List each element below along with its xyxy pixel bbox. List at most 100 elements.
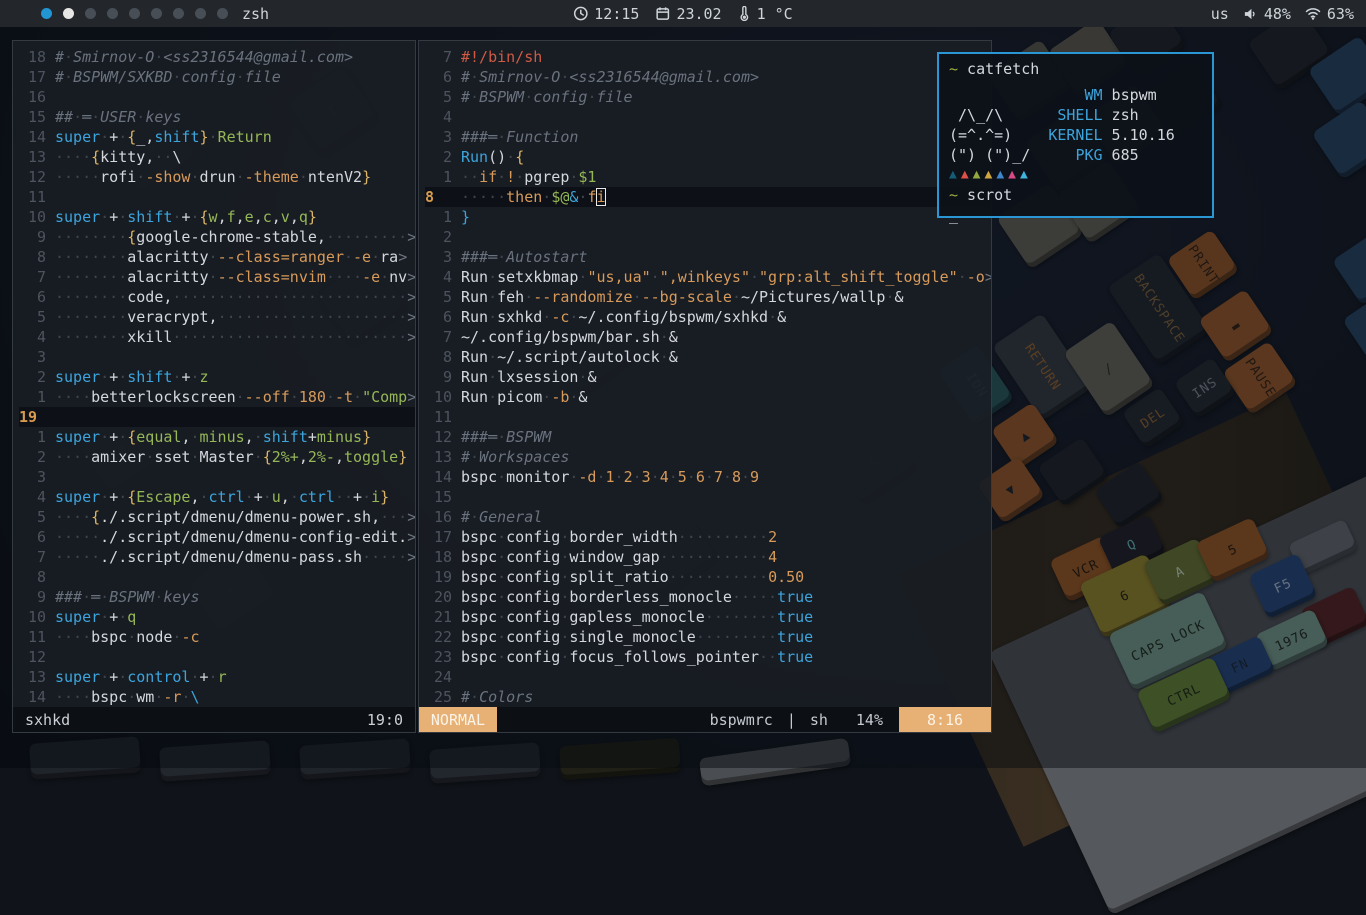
editor-line: 16#·General bbox=[425, 507, 991, 527]
workspace-dot-5[interactable] bbox=[129, 8, 140, 19]
editor-line: 13#·Workspaces bbox=[425, 447, 991, 467]
line-number: 22 bbox=[425, 627, 452, 647]
editor-line: 6········code,··························… bbox=[19, 287, 415, 307]
editor-line: 8········alacritty·--class=ranger·-e·ra> bbox=[19, 247, 415, 267]
line-number: 13 bbox=[19, 147, 46, 167]
line-number: 1 bbox=[425, 167, 452, 187]
line-number: 10 bbox=[19, 207, 46, 227]
editor-line: 2super·+·shift·+·z bbox=[19, 367, 415, 387]
temperature-module: 1 °C bbox=[738, 5, 793, 23]
statusline-filename: sxhkd bbox=[13, 711, 70, 729]
line-number: 11 bbox=[425, 407, 452, 427]
line-number: 17 bbox=[425, 527, 452, 547]
editor-line: 10super·+·shift·+·{w,f,e,c,v,q} bbox=[19, 207, 415, 227]
terminal-window-sxhkd[interactable]: 18#·Smirnov-O·<ss2316544@gmail.com>17#·B… bbox=[12, 40, 416, 733]
line-number: 5 bbox=[425, 87, 452, 107]
workspace-dot-3[interactable] bbox=[85, 8, 96, 19]
clock-time: 12:15 bbox=[594, 5, 639, 23]
editor-line: 10Run·picom·-b·& bbox=[425, 387, 991, 407]
line-number: 18 bbox=[19, 47, 46, 67]
workspace-dot-8[interactable] bbox=[195, 8, 206, 19]
editor-line: 3###═·Autostart bbox=[425, 247, 991, 267]
editor-line: 18bspc·config·window_gap············4 bbox=[425, 547, 991, 567]
wifi-icon bbox=[1305, 7, 1321, 20]
line-number: 16 bbox=[19, 87, 46, 107]
volume-module[interactable]: 48% bbox=[1243, 5, 1291, 23]
terminal-window-bspwmrc[interactable]: 7#!/bin/sh6#·Smirnov-O·<ss2316544@gmail.… bbox=[418, 40, 992, 733]
vim-buffer-sxhkd[interactable]: 18#·Smirnov-O·<ss2316544@gmail.com>17#·B… bbox=[13, 41, 415, 707]
line-number: 7 bbox=[19, 547, 46, 567]
editor-line: 23bspc·config·focus_follows_pointer··tru… bbox=[425, 647, 991, 667]
date-value: 23.02 bbox=[676, 5, 721, 23]
editor-line: 20bspc·config·borderless_monocle·····tru… bbox=[425, 587, 991, 607]
editor-line: 6#·Smirnov-O·<ss2316544@gmail.com> bbox=[425, 67, 991, 87]
line-number: 21 bbox=[425, 607, 452, 627]
line-number: 10 bbox=[19, 607, 46, 627]
temperature-value: 1 °C bbox=[757, 5, 793, 23]
floating-terminal-zsh[interactable]: ~ catfetch WM bspwm /\_/\ SHELL zsh(=^.^… bbox=[937, 52, 1214, 218]
workspace-dot-7[interactable] bbox=[173, 8, 184, 19]
vim-statusline-right: NORMAL bspwmrc | sh 14% 8:16 bbox=[419, 707, 991, 732]
clock-icon bbox=[573, 6, 588, 21]
editor-line: 11····bspc·node·-c bbox=[19, 627, 415, 647]
palette-swatch: ▲ bbox=[1020, 167, 1032, 182]
terminal-line: _ bbox=[949, 205, 1202, 225]
editor-line: 19bspc·config·split_ratio···········0.50 bbox=[425, 567, 991, 587]
statusline-scroll-percent: 14% bbox=[856, 711, 883, 729]
statusline-separator: | bbox=[787, 711, 796, 729]
palette-swatch: ▲ bbox=[973, 167, 985, 182]
editor-line: 4super·+·{Escape,·ctrl·+·u,·ctrl··+·i} bbox=[19, 487, 415, 507]
line-number: 2 bbox=[19, 447, 46, 467]
editor-line: 1super·+·{equal,·minus,·shift+minus} bbox=[19, 427, 415, 447]
line-number: 9 bbox=[19, 227, 46, 247]
speaker-icon bbox=[1243, 7, 1258, 21]
editor-line: 5········veracrypt,·····················… bbox=[19, 307, 415, 327]
thermometer-icon bbox=[738, 6, 751, 21]
workspace-dot-2[interactable] bbox=[63, 8, 74, 19]
line-number: 14 bbox=[425, 467, 452, 487]
editor-line: 7~/.config/bspwm/bar.sh·& bbox=[425, 327, 991, 347]
line-number: 8 bbox=[425, 187, 452, 207]
editor-line: 12·····rofi·-show·drun·-theme·ntenV2} bbox=[19, 167, 415, 187]
editor-line: 7#!/bin/sh bbox=[425, 47, 991, 67]
editor-line: 24 bbox=[425, 667, 991, 687]
editor-line: 4········xkill··························… bbox=[19, 327, 415, 347]
editor-line: 6·····./.script/dmenu/dmenu-config-edit.… bbox=[19, 527, 415, 547]
line-number: 12 bbox=[19, 167, 46, 187]
line-number: 6 bbox=[19, 287, 46, 307]
editor-line: 1····betterlockscreen·--off·180·-t·"Comp… bbox=[19, 387, 415, 407]
editor-line: 15 bbox=[425, 487, 991, 507]
network-module[interactable]: 63% bbox=[1305, 5, 1354, 23]
line-number: 7 bbox=[425, 47, 452, 67]
keyboard-layout[interactable]: us bbox=[1211, 5, 1229, 23]
line-number: 19 bbox=[425, 567, 452, 587]
editor-line: 16 bbox=[19, 87, 415, 107]
workspace-dot-1[interactable] bbox=[41, 8, 52, 19]
vim-mode-badge: NORMAL bbox=[419, 707, 497, 732]
line-number: 14 bbox=[19, 127, 46, 147]
line-number: 5 bbox=[19, 307, 46, 327]
editor-line: 9········{google-chrome-stable,·········… bbox=[19, 227, 415, 247]
editor-line: 12 bbox=[19, 647, 415, 667]
line-number: 7 bbox=[19, 267, 46, 287]
line-number: 4 bbox=[19, 487, 46, 507]
network-value: 63% bbox=[1327, 5, 1354, 23]
editor-line: 18#·Smirnov-O·<ss2316544@gmail.com> bbox=[19, 47, 415, 67]
terminal-line: /\_/\ SHELL zsh bbox=[949, 105, 1202, 125]
statusline-position-badge: 8:16 bbox=[899, 707, 991, 732]
editor-line: 14····bspc·wm·-r·\ bbox=[19, 687, 415, 707]
line-number: 25 bbox=[425, 687, 452, 707]
line-number: 1 bbox=[19, 427, 46, 447]
workspace-dot-4[interactable] bbox=[107, 8, 118, 19]
vim-buffer-bspwmrc[interactable]: 7#!/bin/sh6#·Smirnov-O·<ss2316544@gmail.… bbox=[419, 41, 991, 707]
workspace-dot-9[interactable] bbox=[217, 8, 228, 19]
editor-line: 4Run·setxkbmap·"us,ua"·",winkeys"·"grp:a… bbox=[425, 267, 991, 287]
line-number: 3 bbox=[425, 127, 452, 147]
top-status-bar: zsh 12:15 23.02 1 °C us 48% 63% bbox=[0, 0, 1366, 27]
workspace-dot-6[interactable] bbox=[151, 8, 162, 19]
line-number: 3 bbox=[19, 467, 46, 487]
focused-window-title: zsh bbox=[242, 5, 269, 23]
workspace-indicators bbox=[0, 8, 228, 19]
editor-line: 5····{./.script/dmenu/dmenu-power.sh,···… bbox=[19, 507, 415, 527]
line-number: 6 bbox=[19, 527, 46, 547]
